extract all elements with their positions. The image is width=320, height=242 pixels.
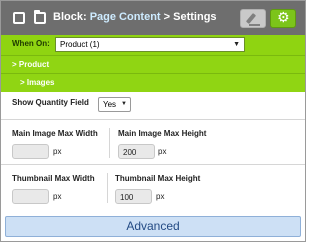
settings-button[interactable]: ⚙ (270, 9, 296, 28)
checkbox-icon[interactable] (13, 12, 25, 24)
panel-header: Block: Page Content > Settings ⚙ (1, 1, 305, 35)
main-height-label: Main Image Max Height (118, 129, 207, 138)
main-width-input[interactable] (12, 144, 49, 159)
chevron-down-icon: ▼ (233, 41, 240, 48)
main-height-input[interactable]: 200 (118, 144, 155, 159)
breadcrumb-product[interactable]: > Product (12, 60, 49, 69)
when-on-value: Product (1) (60, 40, 100, 49)
quantity-value: Yes (103, 100, 117, 109)
pencil-underline (249, 24, 260, 26)
quantity-row: Show Quantity Field Yes ▼ (1, 92, 305, 120)
thumb-height-label: Thumbnail Max Height (115, 174, 201, 183)
breadcrumb-images[interactable]: > Images (20, 78, 54, 87)
breadcrumb-product-bar[interactable]: > Product (1, 55, 305, 73)
thumb-height-input[interactable]: 100 (115, 189, 152, 204)
thumb-width-unit: px (53, 192, 62, 201)
breadcrumb-images-bar[interactable]: > Images (1, 73, 305, 92)
panel-title: Block: Page Content > Settings (53, 11, 217, 23)
thumb-height-unit: px (156, 192, 165, 201)
when-on-select[interactable]: Product (1) ▼ (55, 37, 245, 52)
folder-icon[interactable] (34, 10, 46, 24)
main-width-unit: px (53, 147, 62, 156)
gear-icon: ⚙ (277, 10, 290, 26)
quantity-select[interactable]: Yes ▼ (98, 97, 131, 112)
thumb-width-input[interactable] (12, 189, 49, 204)
column-divider (107, 173, 108, 203)
when-on-bar: When On: Product (1) ▼ (1, 35, 305, 55)
quantity-label: Show Quantity Field (12, 98, 89, 107)
pencil-icon (245, 13, 257, 24)
advanced-button[interactable]: Advanced (5, 216, 301, 237)
title-prefix: Block: (53, 11, 87, 23)
chevron-down-icon: ▼ (121, 101, 127, 107)
thumb-width-label: Thumbnail Max Width (12, 174, 95, 183)
thumbnail-row: Thumbnail Max Width px Thumbnail Max Hei… (1, 165, 305, 209)
when-on-label: When On: (12, 39, 50, 48)
edit-button[interactable] (240, 9, 266, 28)
main-width-label: Main Image Max Width (12, 129, 98, 138)
title-link-page-content[interactable]: Page Content (90, 11, 161, 23)
title-suffix: > Settings (163, 11, 217, 23)
settings-panel: Block: Page Content > Settings ⚙ When On… (0, 0, 306, 242)
column-divider (109, 128, 110, 158)
main-height-unit: px (158, 147, 167, 156)
main-image-row: Main Image Max Width px Main Image Max H… (1, 120, 305, 165)
